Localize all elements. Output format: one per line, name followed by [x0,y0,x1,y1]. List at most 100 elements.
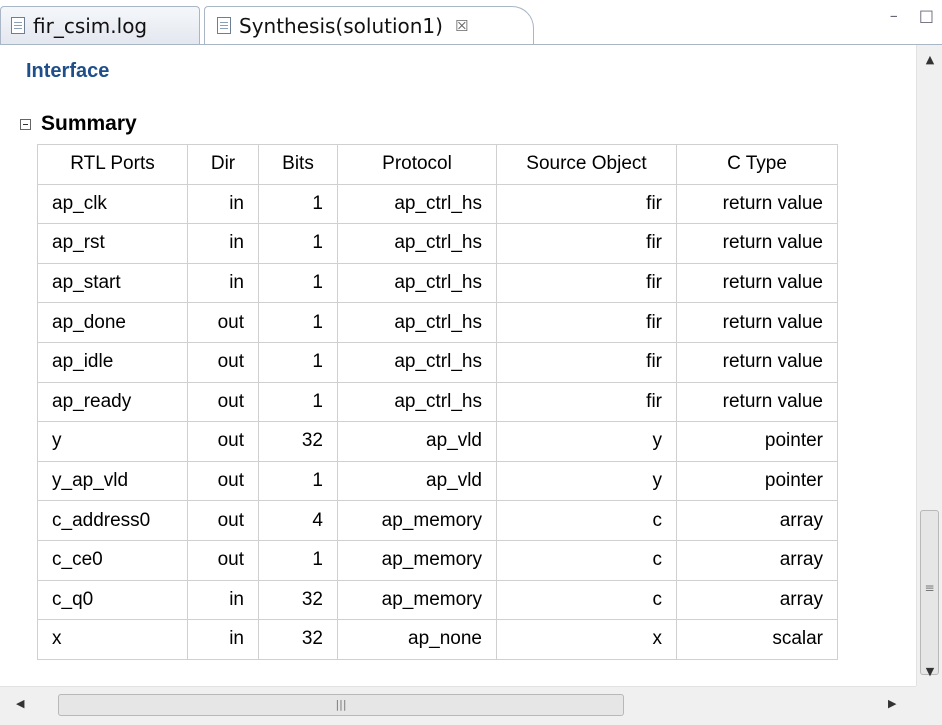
cell-rtl-port: ap_done [37,302,188,343]
cell-rtl-port: ap_idle [37,341,188,383]
cell-bits: 1 [258,341,338,383]
scroll-left-icon[interactable]: ◀ [16,697,24,710]
tab-synthesis-solution1[interactable]: Synthesis(solution1) ☒ [204,6,534,44]
cell-dir: in [187,223,259,264]
cell-rtl-port: ap_ready [37,381,188,423]
cell-source-object: fir [496,223,677,264]
cell-source-object: fir [496,183,677,225]
close-icon[interactable]: ☒ [455,17,468,35]
cell-source-object: c [496,539,677,581]
log-file-icon [11,17,25,34]
section-title: Interface [26,60,110,82]
cell-bits: 32 [258,579,338,621]
cell-dir: out [187,302,259,343]
cell-protocol: ap_vld [337,421,497,462]
scroll-down-icon[interactable]: ▼ [917,665,942,678]
cell-rtl-port: ap_clk [37,183,188,225]
cell-bits: 32 [258,619,338,660]
cell-protocol: ap_ctrl_hs [337,302,497,343]
table-row: ap_done out 1 ap_ctrl_hs fir return value [37,302,838,343]
cell-source-object: fir [496,302,677,343]
vertical-scrollbar[interactable]: ▲ ≡ ▼ [916,45,942,686]
cell-rtl-port: c_q0 [37,579,188,621]
cell-c-type: pointer [676,460,838,502]
scroll-up-icon[interactable]: ▲ [917,53,942,66]
tab-label: Synthesis(solution1) [239,13,443,38]
cell-protocol: ap_none [337,619,497,660]
col-header-bits: Bits [258,144,338,185]
cell-c-type: array [676,539,838,581]
cell-bits: 1 [258,262,338,304]
cell-dir: in [187,262,259,304]
table-row: c_q0 in 32 ap_memory c array [37,579,838,621]
cell-source-object: fir [496,262,677,304]
grip-icon: ≡ [924,581,935,595]
window-controls: – □ [874,6,934,25]
cell-source-object: c [496,500,677,541]
cell-rtl-port: c_ce0 [37,539,188,581]
cell-c-type: return value [676,381,838,423]
tab-fir-csim-log[interactable]: fir_csim.log [0,6,200,44]
cell-c-type: return value [676,341,838,383]
cell-bits: 1 [258,302,338,343]
cell-source-object: x [496,619,677,660]
scroll-right-icon[interactable]: ▶ [888,697,896,710]
col-header-source-object: Source Object [496,144,677,185]
minimize-icon[interactable]: – [890,6,898,25]
cell-dir: out [187,460,259,502]
cell-dir: in [187,579,259,621]
cell-source-object: y [496,421,677,462]
cell-protocol: ap_vld [337,460,497,502]
col-header-c-type: C Type [676,144,838,185]
cell-source-object: c [496,579,677,621]
cell-rtl-port: c_address0 [37,500,188,541]
cell-protocol: ap_ctrl_hs [337,262,497,304]
cell-bits: 4 [258,500,338,541]
table-row: x in 32 ap_none x scalar [37,619,838,660]
cell-protocol: ap_ctrl_hs [337,381,497,423]
cell-c-type: return value [676,262,838,304]
cell-rtl-port: x [37,619,188,660]
table-row: c_ce0 out 1 ap_memory c array [37,539,838,581]
table-row: ap_idle out 1 ap_ctrl_hs fir return value [37,341,838,383]
col-header-protocol: Protocol [337,144,497,185]
cell-c-type: return value [676,302,838,343]
editor-tab-bar: fir_csim.log Synthesis(solution1) ☒ – □ [0,0,942,44]
report-file-icon [217,17,231,34]
cell-c-type: return value [676,223,838,264]
table-row: c_address0 out 4 ap_memory c array [37,500,838,541]
cell-c-type: array [676,579,838,621]
table-row: ap_rst in 1 ap_ctrl_hs fir return value [37,223,838,264]
cell-dir: out [187,341,259,383]
cell-bits: 1 [258,381,338,423]
collapse-icon[interactable] [20,118,31,130]
table-row: ap_clk in 1 ap_ctrl_hs fir return value [37,183,838,225]
cell-source-object: fir [496,381,677,423]
cell-dir: out [187,500,259,541]
table-row: ap_ready out 1 ap_ctrl_hs fir return value [37,381,838,423]
cell-protocol: ap_ctrl_hs [337,183,497,225]
summary-header[interactable]: Summary [20,112,137,136]
tab-label: fir_csim.log [33,13,148,38]
table-row: y out 32 ap_vld y pointer [37,421,838,462]
cell-c-type: scalar [676,619,838,660]
cell-source-object: y [496,460,677,502]
cell-bits: 1 [258,460,338,502]
cell-rtl-port: ap_rst [37,223,188,264]
vertical-scroll-thumb[interactable]: ≡ [920,510,939,675]
horizontal-scroll-thumb[interactable]: ||| [58,694,624,716]
summary-label: Summary [41,112,137,135]
cell-dir: in [187,619,259,660]
maximize-icon[interactable]: □ [919,6,934,25]
cell-dir: out [187,539,259,581]
horizontal-scrollbar[interactable]: ◀ ||| ▶ [0,686,916,725]
col-header-dir: Dir [187,144,259,185]
cell-protocol: ap_memory [337,579,497,621]
cell-dir: out [187,421,259,462]
cell-protocol: ap_ctrl_hs [337,223,497,264]
cell-bits: 1 [258,539,338,581]
table-row: y_ap_vld out 1 ap_vld y pointer [37,460,838,502]
table-header-row: RTL Ports Dir Bits Protocol Source Objec… [37,144,838,185]
cell-c-type: pointer [676,421,838,462]
cell-rtl-port: y_ap_vld [37,460,188,502]
